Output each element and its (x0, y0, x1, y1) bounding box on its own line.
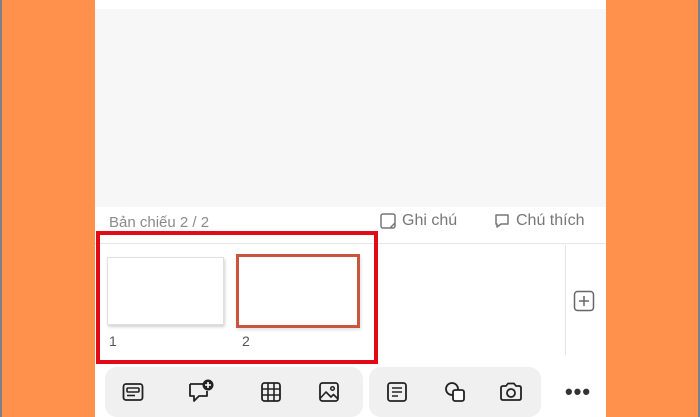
more-options-button[interactable]: ••• (560, 367, 596, 417)
comments-label: Chú thích (516, 212, 585, 229)
layout-icon (122, 383, 144, 401)
insert-text-box-button[interactable] (371, 367, 423, 417)
bottom-toolbar: ••• (95, 362, 606, 417)
notes-label: Ghi chú (402, 212, 458, 229)
notes-button[interactable]: Ghi chú (379, 212, 457, 230)
shapes-icon (445, 382, 465, 402)
add-slide-button[interactable] (573, 290, 595, 312)
camera-button[interactable] (485, 367, 537, 417)
layout-button[interactable] (107, 367, 159, 417)
thumbnail-highlight-box (96, 231, 378, 364)
add-comment-icon (189, 379, 214, 402)
camera-icon (500, 382, 522, 401)
strip-divider (565, 245, 566, 355)
slide-canvas[interactable] (95, 9, 606, 207)
comment-icon (495, 214, 509, 228)
insert-image-button[interactable] (303, 367, 355, 417)
comments-button[interactable]: Chú thích (493, 212, 584, 230)
left-background-panel (2, 0, 95, 417)
notes-icon (380, 213, 396, 229)
plus-box-icon (573, 290, 595, 312)
right-background-panel (606, 0, 698, 417)
add-comment-button[interactable] (175, 367, 227, 417)
table-icon (261, 382, 281, 402)
image-icon (319, 382, 339, 402)
insert-table-button[interactable] (245, 367, 297, 417)
more-icon: ••• (564, 379, 592, 404)
slide-counter: Bản chiếu 2 / 2 (109, 214, 210, 231)
insert-shape-button[interactable] (429, 367, 481, 417)
text-box-icon (387, 382, 407, 402)
